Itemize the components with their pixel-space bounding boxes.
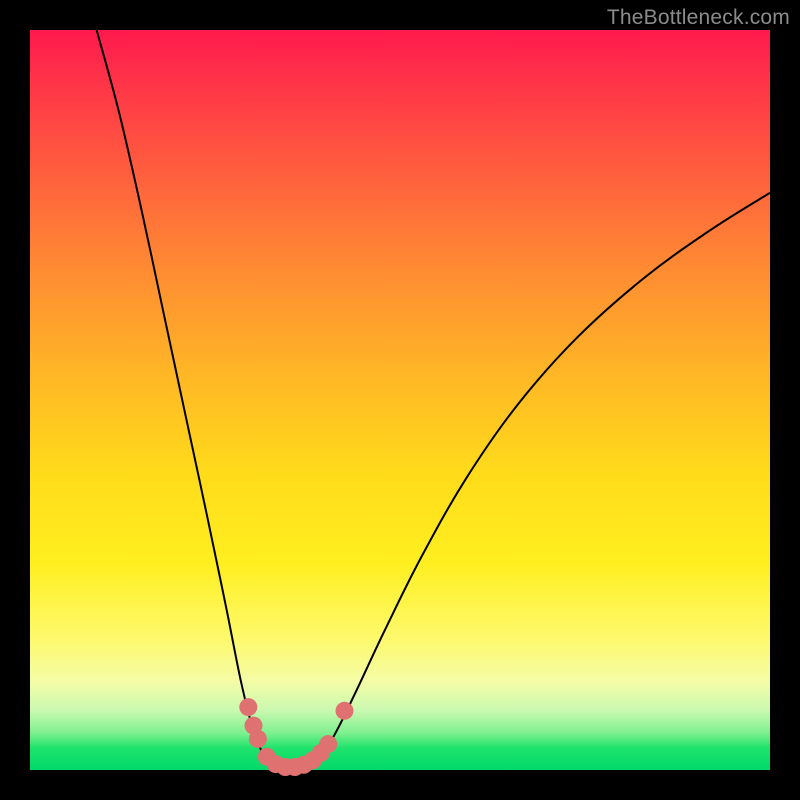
curve-marker bbox=[249, 730, 267, 748]
curve-marker bbox=[239, 698, 257, 716]
chart-frame: TheBottleneck.com bbox=[0, 0, 800, 800]
v-curve-path bbox=[97, 30, 770, 769]
curve-marker bbox=[319, 735, 337, 753]
watermark-text: TheBottleneck.com bbox=[607, 6, 790, 30]
curve-marker bbox=[336, 702, 354, 720]
plot-area bbox=[30, 30, 770, 770]
bottleneck-curve bbox=[30, 30, 770, 770]
curve-markers bbox=[239, 698, 353, 776]
